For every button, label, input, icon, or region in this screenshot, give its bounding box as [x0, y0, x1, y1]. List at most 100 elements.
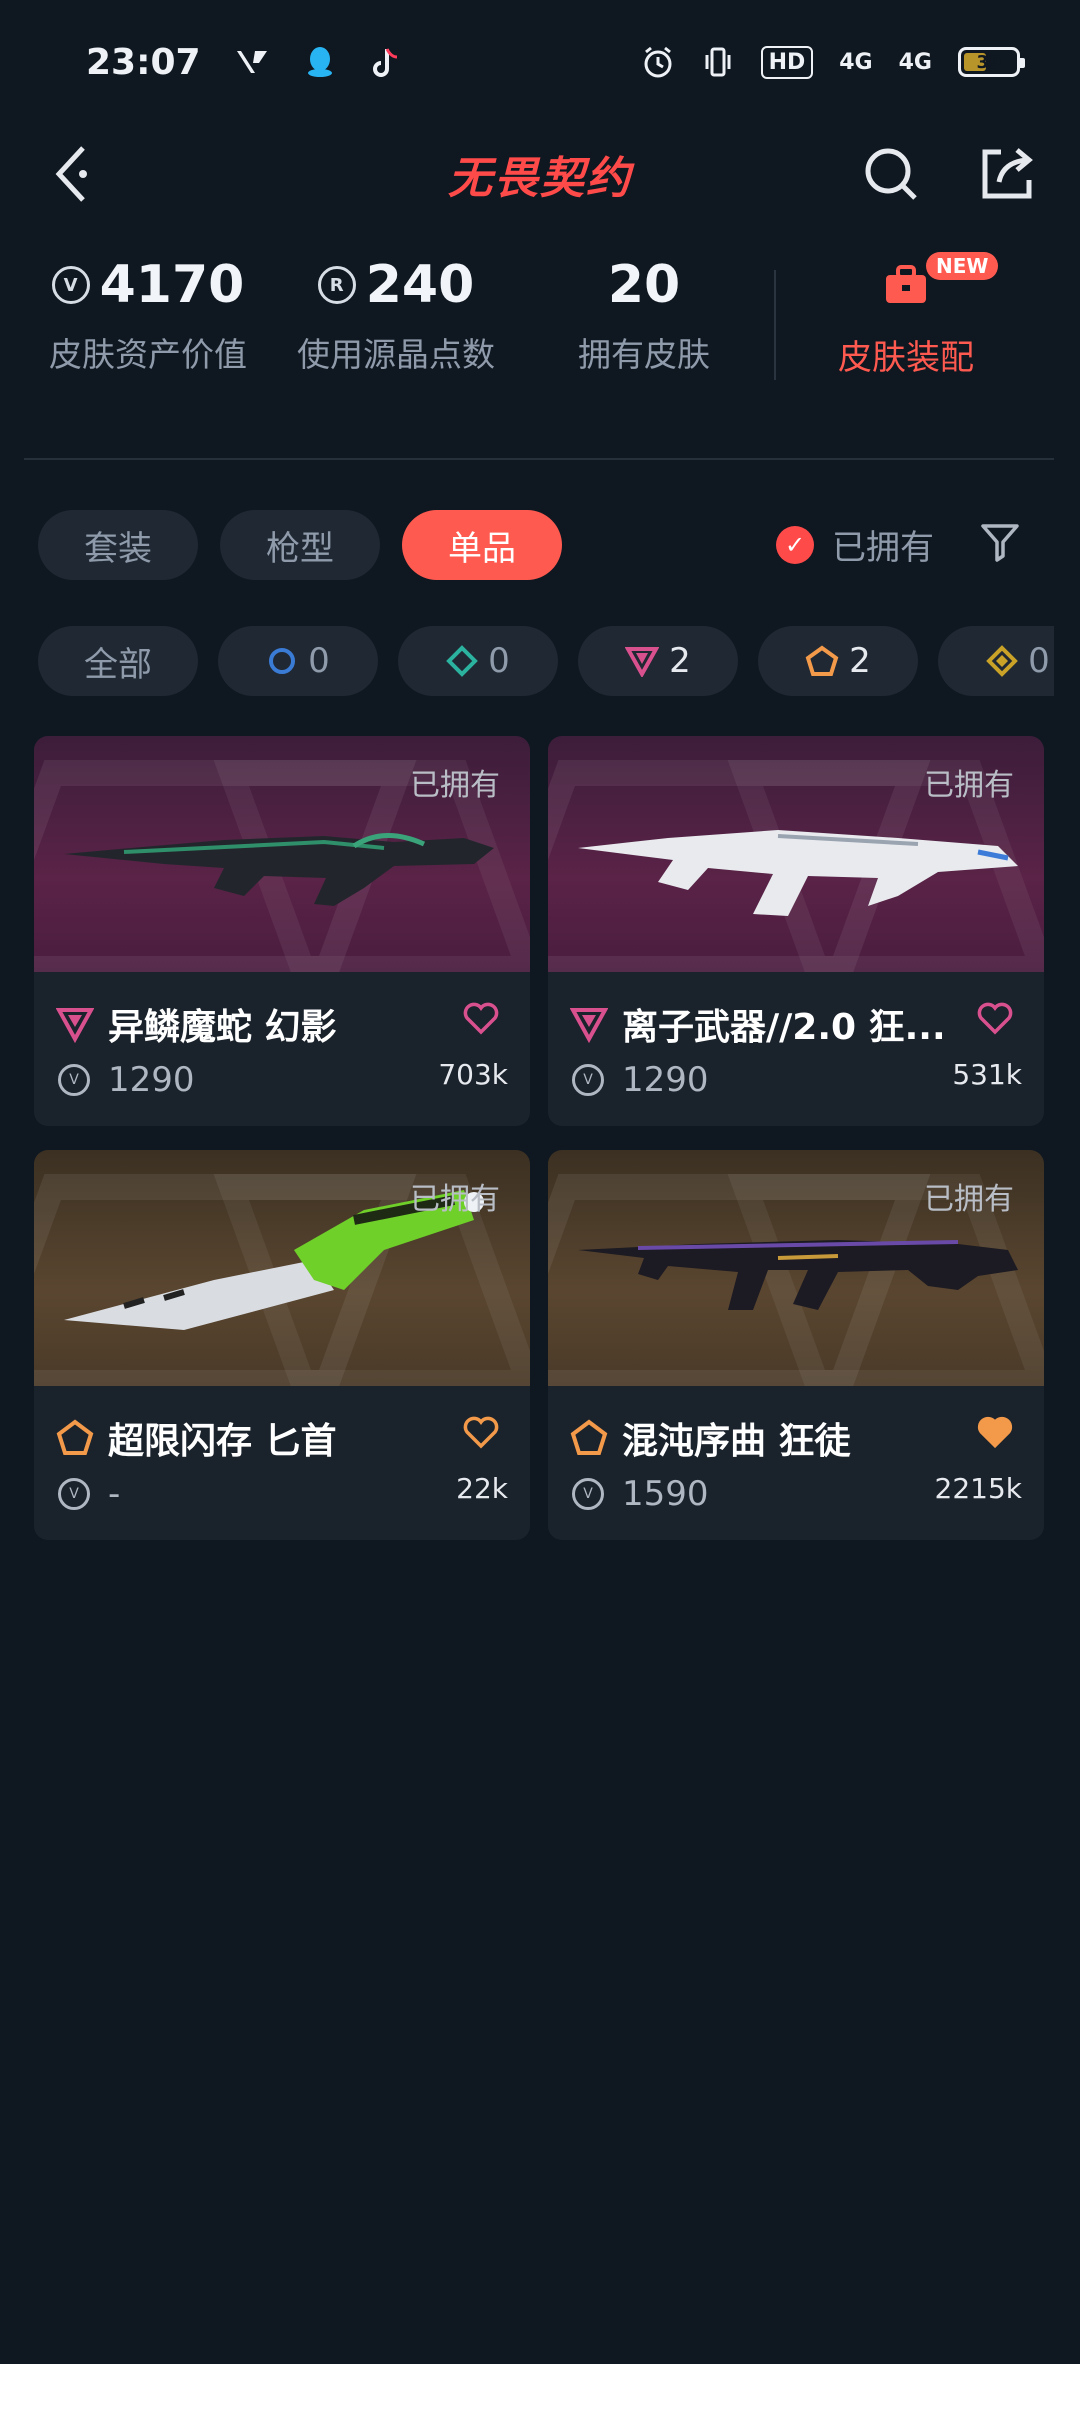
search-icon — [865, 148, 917, 200]
owned-filter-label: 已拥有 — [832, 528, 934, 568]
skin-card[interactable]: 已拥有 异鳞魔蛇 幻影 V 1290 703k — [34, 736, 530, 1126]
skin-price: - — [108, 1474, 121, 1514]
outfit-label: 皮肤装配 — [838, 338, 974, 378]
skin-name: 异鳞魔蛇 幻影 — [108, 1007, 337, 1048]
skin-artwork: 已拥有 — [548, 736, 1044, 972]
skin-artwork: 已拥有 — [34, 1150, 530, 1386]
deluxe-tier-icon — [446, 645, 479, 677]
skin-artwork: 已拥有 — [34, 736, 530, 972]
chip-deluxe-tier[interactable]: 0 — [398, 626, 558, 696]
check-icon: ✓ — [776, 525, 814, 564]
chip-premium-tier[interactable]: 2 — [578, 626, 738, 696]
vp-icon: V — [51, 266, 90, 304]
skin-price: 1590 — [622, 1474, 709, 1514]
vp-icon: V — [58, 1064, 90, 1096]
skin-price: 1290 — [108, 1060, 195, 1100]
rp-points: 240 — [365, 255, 475, 315]
owned-filter-toggle[interactable]: ✓ 已拥有 — [776, 520, 934, 569]
radianite-icon: R — [317, 266, 356, 304]
owned-tag: 已拥有 — [410, 1182, 500, 1217]
back-button[interactable] — [40, 141, 106, 207]
new-badge: NEW — [926, 252, 999, 280]
heart-icon[interactable] — [976, 1000, 1014, 1036]
top-bar: 无畏契约 — [0, 124, 1080, 224]
heart-icon[interactable] — [462, 1414, 500, 1450]
skin-card[interactable]: 已拥有 超限闪存 匕首 V - 22k — [34, 1150, 530, 1540]
chip-count: 2 — [849, 641, 871, 681]
like-count: 703k — [438, 1058, 508, 1091]
stats-panel: V 4170 皮肤资产价值 R 240 使用源晶点数 20 拥有皮肤 NEW 皮… — [24, 250, 1056, 430]
chip-count: 0 — [488, 641, 510, 681]
skin-name: 超限闪存 匕首 — [108, 1421, 337, 1462]
skin-name: 混沌序曲 狂徒 — [622, 1421, 851, 1462]
search-button[interactable] — [858, 141, 924, 207]
rp-points-label: 使用源晶点数 — [297, 335, 495, 374]
vp-icon: V — [572, 1478, 604, 1510]
vibrate-icon — [701, 45, 735, 79]
chip-select-tier[interactable]: 0 — [218, 626, 378, 696]
skin-price: 1290 — [622, 1060, 709, 1100]
premium-tier-icon — [625, 647, 660, 677]
exclusive-tier-icon — [56, 1419, 94, 1455]
share-icon — [982, 148, 1033, 199]
chip-all[interactable]: 全部 — [38, 626, 198, 696]
briefcase-icon — [886, 265, 926, 303]
asset-value: 4170 — [99, 255, 245, 315]
chip-exclusive-tier[interactable]: 2 — [758, 626, 918, 696]
stat-asset-value: V 4170 皮肤资产价值 — [24, 250, 272, 376]
chip-ultra-tier[interactable]: 0 — [938, 626, 1054, 696]
status-bar: 23:07 HD 4G 4G 39 — [0, 0, 1080, 124]
battery-level: 39 — [976, 51, 1002, 73]
vp-icon: V — [572, 1064, 604, 1096]
like-count: 2215k — [934, 1472, 1022, 1505]
chip-all-label: 全部 — [84, 644, 152, 685]
qq-app-icon — [303, 45, 337, 79]
premium-tier-icon — [56, 1008, 94, 1043]
tiktok-app-icon — [371, 45, 405, 79]
skins-owned-label: 拥有皮肤 — [578, 335, 710, 374]
tab-gun-type[interactable]: 枪型 — [220, 510, 380, 580]
signal-icon-2: 4G — [898, 49, 932, 75]
hd-badge: HD — [760, 45, 814, 79]
heart-filled-icon[interactable] — [976, 1414, 1014, 1450]
battery-icon: 39 — [958, 47, 1025, 77]
section-divider — [24, 458, 1054, 460]
stat-rp-points: R 240 使用源晶点数 — [272, 250, 520, 376]
alarm-icon — [641, 45, 675, 79]
chip-count: 0 — [1028, 641, 1050, 681]
rifle-image — [578, 830, 1018, 916]
exclusive-tier-icon — [805, 645, 839, 676]
tab-single-items[interactable]: 单品 — [402, 510, 562, 580]
category-tabs: 套装 枪型 单品 — [38, 510, 562, 580]
vp-icon: V — [58, 1478, 90, 1510]
owned-tag: 已拥有 — [410, 768, 500, 803]
heart-icon[interactable] — [462, 1000, 500, 1036]
premium-tier-icon — [570, 1008, 608, 1043]
signal-icon: 4G — [839, 49, 873, 75]
skin-artwork: 已拥有 — [548, 1150, 1044, 1386]
like-count: 531k — [952, 1058, 1022, 1091]
tier-filter-chips: 全部 0 0 2 2 0 — [38, 626, 1054, 696]
owned-tag: 已拥有 — [924, 768, 1014, 803]
system-nav-bar — [0, 2364, 1080, 2412]
valorant-app-icon — [235, 45, 269, 79]
exclusive-tier-icon — [570, 1419, 608, 1455]
skin-name: 离子武器//2.0 狂... — [622, 1007, 946, 1048]
filter-icon[interactable] — [980, 522, 1020, 562]
like-count: 22k — [456, 1472, 508, 1505]
skin-card[interactable]: 已拥有 混沌序曲 狂徒 V 1590 2215k — [548, 1150, 1044, 1540]
status-time: 23:07 — [86, 41, 201, 83]
share-button[interactable] — [974, 141, 1040, 207]
tab-bundles[interactable]: 套装 — [38, 510, 198, 580]
ultra-tier-icon — [986, 645, 1019, 677]
skin-outfit-button[interactable]: NEW 皮肤装配 — [776, 250, 1036, 379]
chip-count: 0 — [308, 641, 330, 681]
skins-owned: 20 — [607, 255, 681, 315]
skin-card[interactable]: 已拥有 离子武器//2.0 狂... V 1290 531k — [548, 736, 1044, 1126]
stat-skins-owned: 20 拥有皮肤 — [520, 250, 768, 376]
select-tier-icon — [269, 648, 296, 674]
rifle-image — [64, 833, 494, 906]
chip-count: 2 — [669, 641, 691, 681]
asset-value-label: 皮肤资产价值 — [49, 335, 247, 374]
owned-tag: 已拥有 — [924, 1182, 1014, 1217]
